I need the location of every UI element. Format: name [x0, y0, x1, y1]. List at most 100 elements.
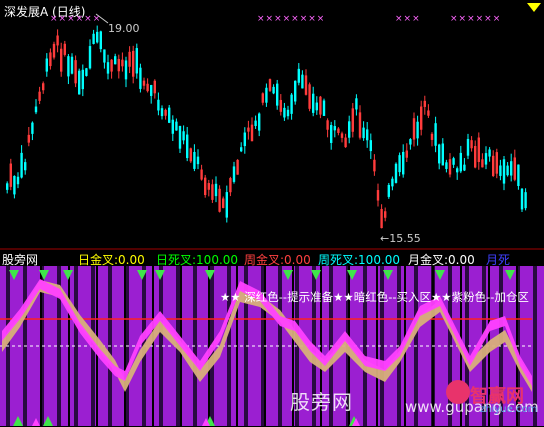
candle-body — [49, 52, 52, 67]
candle-body — [488, 149, 491, 157]
candle-body — [92, 33, 95, 44]
candle-body — [250, 124, 254, 142]
candle-body — [27, 134, 30, 143]
candle-body — [283, 107, 286, 118]
candle-body — [171, 119, 174, 134]
candle-body — [304, 75, 308, 95]
candle-body — [96, 31, 99, 43]
candle-body — [502, 159, 506, 184]
candle-body — [236, 159, 239, 175]
candle-body — [88, 46, 92, 69]
candle-body — [153, 80, 156, 94]
candle-body — [290, 94, 293, 114]
candle-body — [348, 121, 351, 138]
candle-body — [412, 118, 416, 140]
candle-body — [146, 83, 149, 92]
candle-body — [135, 48, 138, 74]
candle-body — [193, 151, 196, 169]
candle-body — [99, 31, 102, 50]
candle-body — [384, 211, 387, 218]
candle-body — [63, 43, 66, 55]
candle-body — [362, 127, 365, 139]
candle-body — [168, 107, 171, 123]
candle-body — [13, 175, 16, 195]
candle-body — [405, 150, 408, 158]
candle-body — [513, 157, 516, 180]
candle-body — [222, 198, 225, 208]
candle-body — [301, 74, 304, 89]
indicator-legend: ★★ 深红色--提示准备★★暗红色--买入区★★紫粉色--加仓区 — [220, 290, 529, 304]
candle-body — [470, 140, 473, 149]
candle-body — [182, 131, 185, 141]
param-value: 0.00 — [284, 253, 311, 267]
candle-body — [330, 125, 333, 143]
candle-body — [466, 138, 470, 156]
candle-body — [196, 156, 200, 165]
candle-body — [340, 133, 344, 138]
candle-body — [268, 79, 272, 91]
candle-body — [416, 121, 419, 139]
candle-body — [344, 137, 347, 148]
candle-body — [459, 152, 462, 172]
candle-body — [445, 162, 448, 169]
candle-body — [297, 68, 300, 83]
candle-body — [308, 84, 311, 109]
candle-body — [366, 129, 369, 141]
candle-body — [294, 80, 297, 102]
candle-body — [380, 208, 383, 229]
candle-body — [430, 133, 434, 140]
candle-body — [517, 164, 520, 186]
candle-body — [463, 164, 466, 171]
candle-body — [402, 151, 405, 175]
candle-body — [520, 188, 524, 210]
candle-body — [333, 126, 336, 131]
candle-body — [211, 184, 214, 200]
x-marks-3: ××× — [395, 14, 421, 24]
candle-body — [204, 177, 207, 196]
candle-body — [337, 128, 340, 133]
candle-body — [409, 139, 412, 145]
price-chart-panel[interactable] — [0, 0, 544, 250]
candle-body — [247, 127, 250, 132]
candle-body — [132, 50, 135, 77]
param-label: 周金叉: — [244, 253, 285, 267]
candle-body — [164, 109, 167, 116]
logo-url: zhiyue.com — [480, 404, 538, 415]
candle-body — [358, 112, 362, 138]
candle-body — [218, 188, 221, 212]
candle-body — [423, 100, 426, 107]
logo-icon — [446, 380, 470, 404]
candle-body — [272, 86, 275, 94]
expand-arrow-icon[interactable] — [527, 3, 541, 13]
watermark-text: 股旁网 — [290, 390, 353, 414]
candle-body — [150, 85, 153, 96]
candle-body — [34, 106, 38, 113]
param-value: 100.00 — [196, 253, 239, 267]
candle-body — [265, 87, 268, 103]
candle-body — [312, 93, 315, 113]
x-marks-1: ×××××× — [50, 14, 102, 24]
candle-body — [16, 176, 20, 185]
candle-body — [261, 93, 264, 103]
candle-body — [60, 48, 63, 72]
param-label: 月死 — [486, 253, 511, 267]
candle-body — [376, 190, 380, 201]
candle-body — [391, 178, 394, 187]
candle-body — [510, 161, 513, 176]
candle-body — [186, 134, 189, 159]
candle-body — [6, 183, 9, 190]
candle-body — [394, 163, 398, 183]
candle-body — [243, 132, 246, 147]
candle-body — [232, 166, 236, 182]
candle-body — [427, 110, 430, 116]
candle-body — [286, 109, 290, 117]
candle-body — [276, 83, 279, 106]
candle-body — [441, 143, 444, 166]
candle-body — [9, 163, 12, 187]
candle-body — [434, 123, 437, 146]
candle-body — [67, 56, 70, 77]
candle-body — [456, 168, 459, 173]
candle-body — [74, 60, 77, 84]
candle-body — [124, 60, 128, 80]
candle-body — [351, 108, 354, 132]
